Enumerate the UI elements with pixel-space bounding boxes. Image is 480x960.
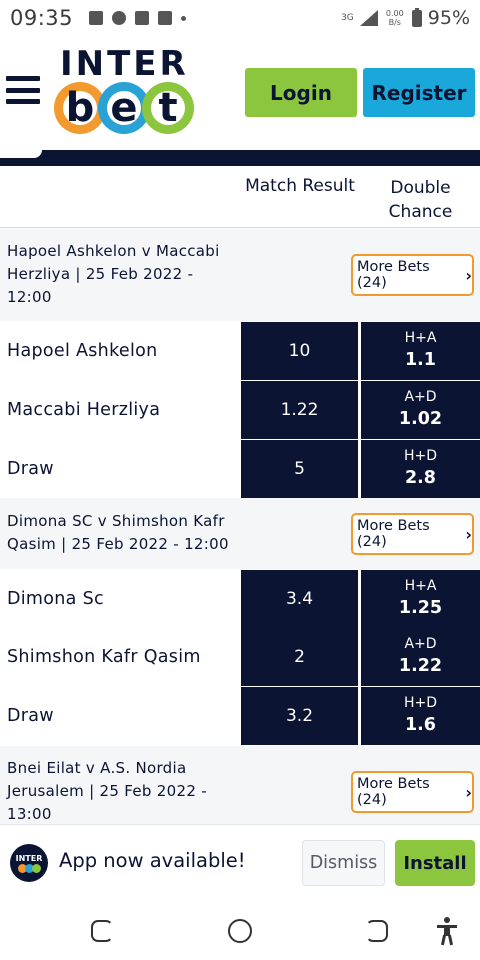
match-header: Dimona SC v Shimshon Kafr Qasim | 25 Feb… <box>0 498 480 569</box>
image-icon <box>89 11 104 25</box>
home-icon[interactable] <box>228 919 252 943</box>
chevron-right-icon: › <box>465 265 472 285</box>
accessibility-icon[interactable] <box>436 917 458 946</box>
network-speed: 0.00 B/s <box>384 9 406 27</box>
odds-row: Shimshon Kafr Qasim 2 A+D 1.22 <box>0 628 480 686</box>
whatsapp-icon <box>112 11 127 25</box>
facebook-icon <box>158 11 173 25</box>
chevron-right-icon: › <box>465 782 472 802</box>
double-chance-odd[interactable]: H+A 1.1 <box>361 322 480 380</box>
match-result-odd[interactable]: 5 <box>241 440 358 498</box>
more-bets-button[interactable]: More Bets (24) › <box>351 513 474 555</box>
odds-row: Maccabi Herzliya 1.22 A+D 1.02 <box>0 381 480 439</box>
nav-strip-notch <box>0 150 42 158</box>
double-chance-odd[interactable]: A+D 1.02 <box>361 381 480 439</box>
match-result-header: Match Result <box>245 176 355 196</box>
odds-column-headers: Match Result Double Chance <box>0 166 480 228</box>
register-button[interactable]: Register <box>363 68 475 117</box>
battery-icon <box>411 7 422 27</box>
network-type: 3G <box>341 12 354 23</box>
banner-message: App now available! <box>59 849 246 872</box>
odds-row: Dimona Sc 3.4 H+A 1.25 <box>0 570 480 628</box>
double-chance-odd[interactable]: H+D 1.6 <box>361 687 480 745</box>
logo-circles: b e t <box>54 82 194 134</box>
match-title[interactable]: Bnei Eilat v A.S. Nordia Jerusalem | 25 … <box>7 757 237 826</box>
install-button[interactable]: Install <box>395 840 475 886</box>
logo-letter-b: b <box>63 88 97 128</box>
match-title[interactable]: Hapoel Ashkelon v Maccabi Herzliya | 25 … <box>7 240 237 309</box>
match-result-odd[interactable]: 10 <box>241 322 358 380</box>
battery-percent: 95% <box>427 7 470 29</box>
match-header: Hapoel Ashkelon v Maccabi Herzliya | 25 … <box>0 229 480 321</box>
speed-unit: B/s <box>388 18 401 27</box>
team-name: Maccabi Herzliya <box>7 400 161 420</box>
menu-icon[interactable] <box>6 76 40 104</box>
team-name: Draw <box>7 459 54 479</box>
login-button[interactable]: Login <box>245 68 357 117</box>
odds-row: Draw 5 H+D 2.8 <box>0 440 480 498</box>
status-time: 09:35 <box>10 6 74 30</box>
double-chance-header: Double Chance <box>388 178 453 222</box>
app-install-banner: INTER App now available! Dismiss Install <box>0 824 480 900</box>
match-result-odd[interactable]: 2 <box>241 628 358 686</box>
match-result-odd[interactable]: 3.2 <box>241 687 358 745</box>
site-header: INTER b e t Login Register <box>0 36 480 148</box>
match-header: Bnei Eilat v A.S. Nordia Jerusalem | 25 … <box>0 746 480 824</box>
match-result-odd[interactable]: 1.22 <box>241 381 358 439</box>
status-right: 3G 0.00 B/s 95% <box>341 7 470 29</box>
system-nav-bar <box>0 900 480 960</box>
team-name: Draw <box>7 706 54 726</box>
back-icon[interactable] <box>366 920 388 942</box>
app-logo-icon: INTER <box>10 844 48 882</box>
odds-row: Draw 3.2 H+D 1.6 <box>0 687 480 745</box>
double-chance-odd[interactable]: H+A 1.25 <box>361 570 480 628</box>
match-title[interactable]: Dimona SC v Shimshon Kafr Qasim | 25 Feb… <box>7 510 237 556</box>
logo-text: INTER <box>60 44 189 84</box>
odds-row: Hapoel Ashkelon 10 H+A 1.1 <box>0 322 480 380</box>
nav-strip <box>0 150 480 166</box>
team-name: Hapoel Ashkelon <box>7 341 158 361</box>
double-chance-odd[interactable]: A+D 1.22 <box>361 628 480 686</box>
news-icon <box>135 11 150 25</box>
recent-apps-icon[interactable] <box>91 920 113 942</box>
dismiss-button[interactable]: Dismiss <box>302 840 385 886</box>
more-bets-button[interactable]: More Bets (24) › <box>351 254 474 296</box>
double-chance-odd[interactable]: H+D 2.8 <box>361 440 480 498</box>
team-name: Dimona Sc <box>7 589 104 609</box>
team-name: Shimshon Kafr Qasim <box>7 647 201 667</box>
more-bets-button[interactable]: More Bets (24) › <box>351 771 474 813</box>
signal-icon <box>359 10 378 26</box>
logo-letter-e: e <box>107 88 141 128</box>
match-result-odd[interactable]: 3.4 <box>241 570 358 628</box>
chevron-right-icon: › <box>465 524 472 544</box>
notification-icons <box>89 11 187 25</box>
dot-icon <box>181 15 187 21</box>
interbet-logo[interactable]: INTER b e t <box>54 46 204 138</box>
status-bar: 09:35 3G 0.00 B/s 95% <box>0 0 480 36</box>
speed-value: 0.00 <box>385 9 404 18</box>
logo-letter-t: t <box>151 88 185 128</box>
